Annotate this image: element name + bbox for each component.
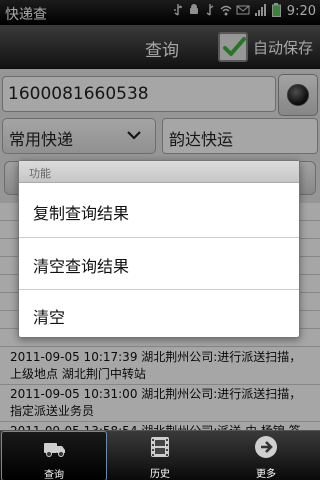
- menu-item-clear[interactable]: 清空: [19, 289, 299, 341]
- menu-item-clear-results[interactable]: 清空查询结果: [19, 238, 299, 290]
- tab-history[interactable]: 历史: [107, 431, 213, 480]
- arrow-right-icon: [255, 436, 277, 458]
- tab-more[interactable]: 更多: [213, 431, 319, 480]
- tab-label: 查询: [44, 470, 64, 480]
- context-menu: 功能 复制查询结果 清空查询结果 清空: [18, 160, 300, 338]
- tab-label: 历史: [150, 469, 170, 480]
- tab-label: 更多: [256, 469, 276, 480]
- tab-query[interactable]: 查询: [1, 431, 107, 480]
- context-menu-header: 功能: [19, 161, 299, 183]
- tab-bar: 查询 历史 更多: [0, 430, 320, 480]
- menu-item-copy-results[interactable]: 复制查询结果: [19, 185, 299, 237]
- film-icon: [151, 437, 169, 457]
- truck-icon: [44, 443, 65, 457]
